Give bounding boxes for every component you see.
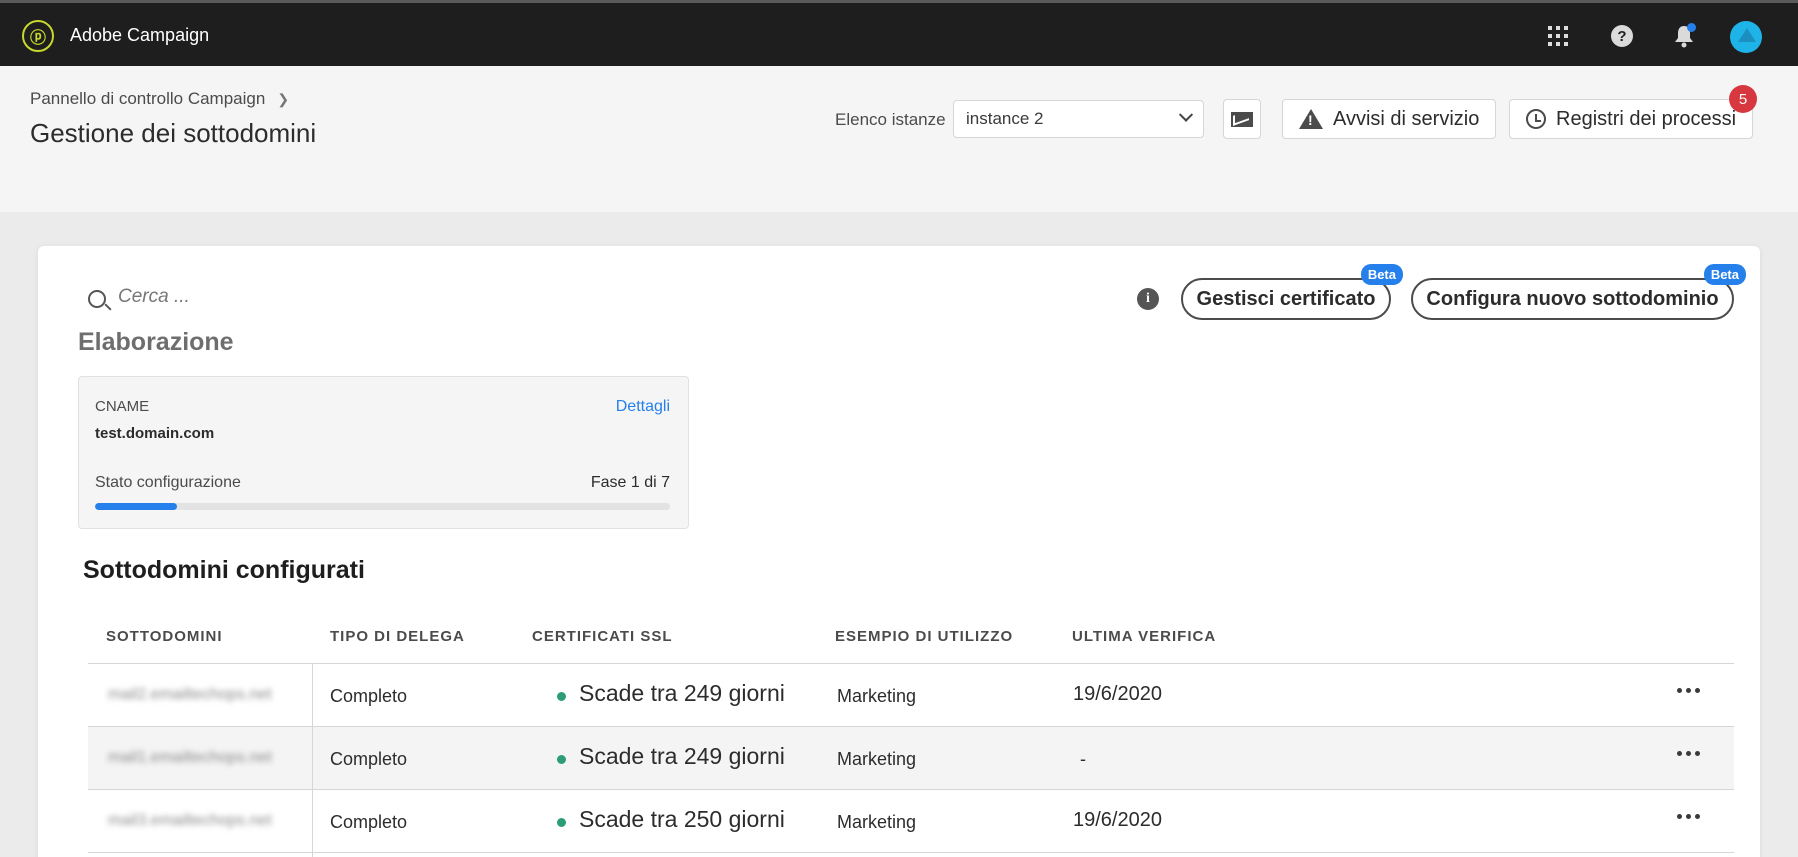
subdomain-cell: mail3.emailtechops.net — [108, 812, 272, 829]
last-check-cell: 19/6/2020 — [1073, 809, 1162, 831]
search-input[interactable] — [118, 282, 458, 312]
delegation-cell: Completo — [330, 812, 408, 832]
service-alerts-label: Avvisi di servizio — [1333, 107, 1480, 130]
apps-grid-icon[interactable] — [1542, 20, 1574, 52]
adobe-campaign-logo-icon[interactable]: ⓟ — [22, 20, 54, 52]
warning-icon — [1299, 109, 1323, 129]
column-header-subdomains[interactable]: SOTTODOMINI — [106, 628, 223, 645]
manage-certificate-label: Gestisci certificato — [1196, 287, 1376, 310]
column-header-last-check[interactable]: ULTIMA VERIFICA — [1072, 628, 1216, 645]
progress-fill — [95, 503, 178, 510]
usage-cell: Marketing — [837, 686, 917, 706]
instance-list-label: Elenco istanze — [835, 110, 946, 129]
configure-new-subdomain-button[interactable]: Configura nuovo sottodominio Beta — [1411, 264, 1746, 320]
service-alerts-button[interactable]: Avvisi di servizio — [1282, 99, 1497, 139]
more-actions-icon[interactable] — [1677, 751, 1700, 756]
instance-select[interactable]: instance 2 — [953, 100, 1204, 138]
delegation-cell: Completo — [330, 749, 408, 769]
notifications-bell-icon[interactable] — [1668, 20, 1700, 52]
cname-value: test.domain.com — [95, 425, 215, 442]
table-header: SOTTODOMINI TIPO DI DELEGA CERTIFICATI S… — [88, 612, 1734, 664]
top-bar: ⓟ Adobe Campaign ? — [0, 0, 1798, 66]
processing-card: CNAME Dettagli test.domain.com Stato con… — [78, 376, 689, 529]
ssl-cell: Scade tra 250 giorni — [579, 806, 785, 832]
column-divider — [312, 790, 313, 852]
chevron-right-icon: ❯ — [277, 90, 290, 107]
user-avatar[interactable] — [1730, 21, 1762, 53]
column-header-ssl[interactable]: CERTIFICATI SSL — [532, 628, 673, 645]
beta-badge: Beta — [1360, 264, 1403, 285]
info-icon[interactable]: i — [1137, 288, 1159, 310]
subdomains-table: SOTTODOMINI TIPO DI DELEGA CERTIFICATI S… — [88, 612, 1734, 857]
process-logs-button[interactable]: Registri dei processi — [1509, 99, 1754, 139]
breadcrumb-link[interactable]: Pannello di controllo Campaign — [30, 89, 265, 109]
configuration-progress-bar — [95, 503, 670, 510]
search-icon — [88, 290, 106, 308]
configure-new-subdomain-label: Configura nuovo sottodominio — [1426, 287, 1719, 310]
column-divider — [312, 664, 313, 726]
logs-count-badge: 5 — [1729, 85, 1757, 113]
last-check-cell: - — [1080, 749, 1086, 769]
instance-select-value: instance 2 — [966, 109, 1044, 128]
more-actions-icon[interactable] — [1677, 688, 1700, 693]
mail-settings-button[interactable] — [1223, 99, 1261, 139]
column-header-delegation[interactable]: TIPO DI DELEGA — [330, 628, 465, 645]
cname-label: CNAME — [95, 398, 150, 415]
table-row[interactable]: mail2.emailtechops.net Completo Scade tr… — [88, 664, 1734, 727]
table-row[interactable]: mail1.emailtechops.net Completo Scade tr… — [88, 727, 1734, 790]
breadcrumb[interactable]: Pannello di controllo Campaign ❯ — [30, 89, 289, 109]
page-title: Gestione dei sottodomini — [30, 118, 317, 148]
usage-cell: Marketing — [837, 812, 917, 832]
subdomain-cell: mail1.emailtechops.net — [108, 749, 272, 766]
column-divider — [312, 727, 313, 789]
manage-certificate-button[interactable]: Gestisci certificato Beta — [1181, 264, 1403, 320]
process-logs-label: Registri dei processi — [1556, 107, 1737, 130]
ssl-status-dot — [557, 818, 566, 827]
page-header: Pannello di controllo Campaign ❯ Gestion… — [0, 66, 1798, 212]
notification-dot — [1687, 23, 1696, 32]
more-actions-icon[interactable] — [1677, 814, 1700, 819]
column-divider — [312, 853, 313, 857]
configuration-status-label: Stato configurazione — [95, 474, 241, 491]
table-row-partial — [88, 853, 1734, 857]
subdomain-cell: mail2.emailtechops.net — [108, 686, 272, 703]
ssl-status-dot — [557, 755, 566, 764]
details-link[interactable]: Dettagli — [616, 398, 670, 416]
delegation-cell: Completo — [330, 686, 408, 706]
processing-section-title: Elaborazione — [78, 328, 234, 356]
usage-cell: Marketing — [837, 749, 917, 769]
subdomains-card: i Gestisci certificato Beta Configura nu… — [38, 246, 1760, 857]
configured-subdomains-title: Sottodomini configurati — [83, 556, 365, 584]
envelope-icon — [1231, 111, 1253, 127]
column-header-usage[interactable]: ESEMPIO DI UTILIZZO — [835, 628, 1013, 645]
beta-badge: Beta — [1703, 264, 1746, 285]
history-icon — [1526, 109, 1546, 129]
chevron-down-icon — [1178, 107, 1194, 122]
ssl-cell: Scade tra 249 giorni — [579, 680, 785, 706]
last-check-cell: 19/6/2020 — [1073, 683, 1162, 705]
table-row[interactable]: mail3.emailtechops.net Completo Scade tr… — [88, 790, 1734, 853]
help-icon[interactable]: ? — [1606, 20, 1638, 52]
ssl-status-dot — [557, 692, 566, 701]
configuration-step: Fase 1 di 7 — [590, 474, 670, 491]
ssl-cell: Scade tra 249 giorni — [579, 743, 785, 769]
app-title: Adobe Campaign — [70, 25, 210, 45]
